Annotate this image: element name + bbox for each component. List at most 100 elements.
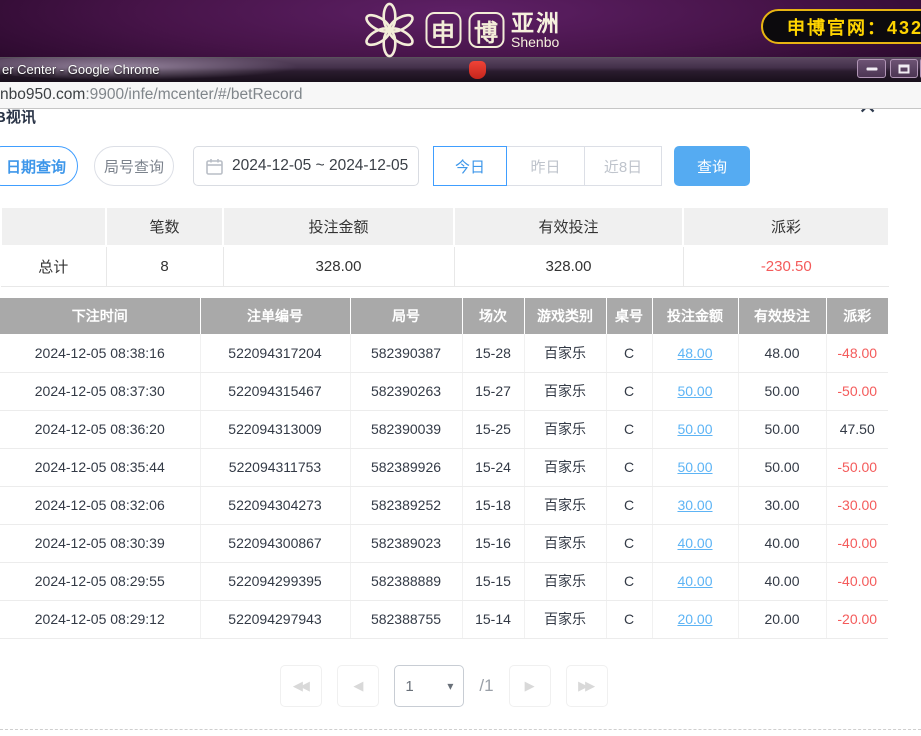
date-range-input[interactable]: 2024-12-05 ~ 2024-12-05 [193,146,419,186]
summary-payout-value: -230.50 [683,246,889,286]
bet-time: 2024-12-05 08:29:12 [0,600,200,638]
header-valid-bet: 有效投注 [738,298,826,334]
bet-time: 2024-12-05 08:29:55 [0,562,200,600]
game-type: 百家乐 [524,410,606,448]
summary-header-count: 笔数 [106,207,223,246]
bet-time: 2024-12-05 08:30:39 [0,524,200,562]
valid-bet: 20.00 [738,600,826,638]
date-query-tab[interactable]: 日期查询 [0,146,78,186]
bet-time: 2024-12-05 08:38:16 [0,334,200,372]
session: 15-27 [462,372,524,410]
summary-total-label: 总计 [1,246,106,286]
round-query-tab[interactable]: 局号查询 [94,146,174,186]
session: 15-25 [462,410,524,448]
table-code: C [606,334,652,372]
maximize-icon [899,64,910,73]
bet-amount-link[interactable]: 40.00 [652,562,738,600]
session: 15-14 [462,600,524,638]
valid-bet: 40.00 [738,524,826,562]
summary-header-valid-bet: 有效投注 [454,207,683,246]
payout: -50.00 [826,372,888,410]
table-code: C [606,486,652,524]
bet-amount-link[interactable]: 50.00 [652,410,738,448]
summary-header-blank [1,207,106,246]
bet-amount-link[interactable]: 50.00 [652,448,738,486]
table-code: C [606,448,652,486]
round-id: 582389926 [350,448,462,486]
game-type: 百家乐 [524,372,606,410]
bet-time: 2024-12-05 08:32:06 [0,486,200,524]
table-code: C [606,372,652,410]
search-button[interactable]: 查询 [674,146,750,186]
header-bet-time: 下注时间 [0,298,200,334]
page-total: /1 [479,676,493,696]
red-notification-blob [469,61,486,79]
prev-page-button[interactable]: ◀ [337,665,379,707]
header-bet-id: 注单编号 [200,298,350,334]
payout: 47.50 [826,410,888,448]
round-id: 582388755 [350,600,462,638]
bet-amount-link[interactable]: 40.00 [652,524,738,562]
url-path: :9900/infe/mcenter/#/betRecord [85,86,302,104]
filter-row: 日期查询 局号查询 2024-12-05 ~ 2024-12-05 今日 昨日 … [0,146,921,186]
minimize-button[interactable] [857,59,886,78]
first-page-button[interactable]: ◀◀ [280,665,322,707]
official-site-badge: 申博官网：432 [761,9,921,44]
payout: -40.00 [826,562,888,600]
bet-time: 2024-12-05 08:36:20 [0,410,200,448]
header-round-id: 局号 [350,298,462,334]
bet-id: 522094297943 [200,600,350,638]
header-table-code: 桌号 [606,298,652,334]
session: 15-24 [462,448,524,486]
last-8-days-button[interactable]: 近8日 [584,146,662,186]
maximize-button[interactable] [890,59,918,78]
summary-count-value: 8 [106,246,223,286]
table-row: 2024-12-05 08:36:20 522094313009 5823900… [0,410,888,448]
header-bet-amount: 投注金额 [652,298,738,334]
bet-id: 522094315467 [200,372,350,410]
summary-table: 笔数 投注金额 有效投注 派彩 总计 8 328.00 328.00 -230.… [0,206,890,287]
valid-bet: 40.00 [738,562,826,600]
session: 15-28 [462,334,524,372]
payout: -48.00 [826,334,888,372]
bet-amount-link[interactable]: 20.00 [652,600,738,638]
header-payout: 派彩 [826,298,888,334]
table-row: 2024-12-05 08:32:06 522094304273 5823892… [0,486,888,524]
brand-char-box-bo: 博 [468,12,504,48]
session: 15-15 [462,562,524,600]
round-id: 582390263 [350,372,462,410]
bet-amount-link[interactable]: 48.00 [652,334,738,372]
yesterday-button[interactable]: 昨日 [506,146,585,186]
summary-header-payout: 派彩 [683,207,889,246]
round-id: 582389023 [350,524,462,562]
brand-region-text: 亚洲 [511,11,561,35]
next-page-button[interactable]: ▶ [509,665,551,707]
table-row: 2024-12-05 08:37:30 522094315467 5823902… [0,372,888,410]
page-select[interactable]: 1 ▾ [394,665,464,707]
round-id: 582389252 [350,486,462,524]
game-type: 百家乐 [524,562,606,600]
url-bar[interactable]: nbo950.com:9900/infe/mcenter/#/betRecord [0,82,921,109]
summary-bet-amount-value: 328.00 [223,246,454,286]
valid-bet: 30.00 [738,486,826,524]
bet-id: 522094300867 [200,524,350,562]
payout: -50.00 [826,448,888,486]
brand-latin-text: Shenbo [511,35,561,50]
payout: -40.00 [826,524,888,562]
official-site-badge-text: 申博官网：432 [787,14,921,40]
url-host: nbo950.com [0,86,85,104]
dashed-separator [0,729,921,730]
page: 申 博 亚洲 Shenbo 申博官网：432 er Center - Googl… [0,0,921,736]
table-code: C [606,410,652,448]
panel-title: B视讯 [0,106,36,127]
last-page-button[interactable]: ▶▶ [566,665,608,707]
session: 15-18 [462,486,524,524]
bet-amount-link[interactable]: 30.00 [652,486,738,524]
today-button[interactable]: 今日 [433,146,507,186]
header-session: 场次 [462,298,524,334]
summary-header-bet-amount: 投注金额 [223,207,454,246]
browser-titlebar[interactable]: er Center - Google Chrome [0,57,921,82]
round-id: 582390039 [350,410,462,448]
bet-amount-link[interactable]: 50.00 [652,372,738,410]
table-row: 2024-12-05 08:38:16 522094317204 5823903… [0,334,888,372]
